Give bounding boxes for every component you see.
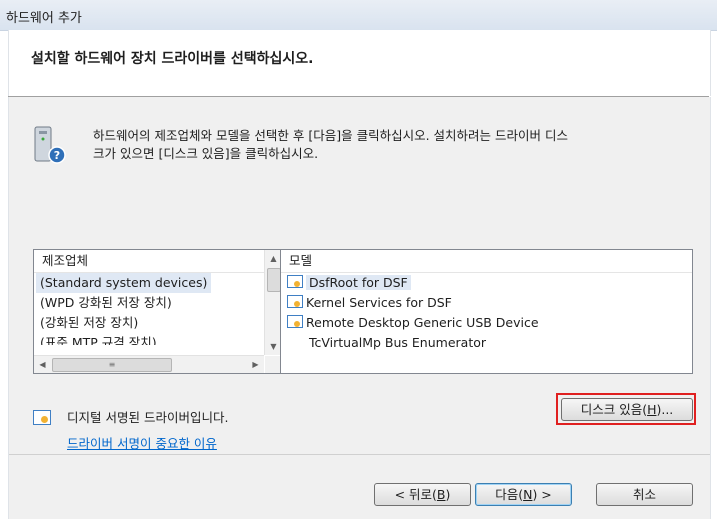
signed-driver-icon xyxy=(287,275,303,288)
manufacturer-list-header: 제조업체 xyxy=(34,250,282,273)
manufacturer-list[interactable]: 제조업체 (Standard system devices) (WPD 강화된 … xyxy=(33,249,283,374)
back-button[interactable]: < 뒤로(B) xyxy=(374,483,471,506)
back-label-end: ) xyxy=(445,487,451,502)
model-item-label: Remote Desktop Generic USB Device xyxy=(306,315,539,330)
model-item[interactable]: DsfRoot for DSF xyxy=(281,273,692,293)
next-button[interactable]: 다음(N) > xyxy=(475,483,572,506)
header-title: 설치할 하드웨어 장치 드라이버를 선택하십시오. xyxy=(31,51,314,67)
model-item-label: DsfRoot for DSF xyxy=(306,275,411,290)
instruction-line-2: 크가 있으면 [디스크 있음]을 클릭하십시오. xyxy=(93,146,319,161)
highlight-box xyxy=(556,393,696,425)
signature-info-link[interactable]: 드라이버 서명이 중요한 이유 xyxy=(67,433,217,452)
manufacturer-item[interactable]: (WPD 강화된 저장 장치) xyxy=(34,293,282,313)
model-item[interactable]: Kernel Services for DSF xyxy=(281,293,692,313)
wizard-header: 설치할 하드웨어 장치 드라이버를 선택하십시오. xyxy=(8,30,711,96)
next-label: 다음( xyxy=(495,487,524,502)
hardware-help-icon: ? xyxy=(34,126,66,164)
model-list[interactable]: 모델 DsfRoot for DSF Kernel Services for D… xyxy=(280,249,693,374)
instruction-text: 하드웨어의 제조업체와 모델을 선택한 후 [다음]을 클릭하십시오. 설치하려… xyxy=(93,127,693,163)
model-item[interactable]: TcVirtualMp Bus Enumerator xyxy=(281,333,692,353)
signature-status-text: 디지털 서명된 드라이버입니다. xyxy=(67,410,229,425)
title-bar: 하드웨어 추가 xyxy=(0,0,717,31)
window-title: 하드웨어 추가 xyxy=(6,11,82,26)
signed-driver-icon xyxy=(287,315,303,328)
svg-text:?: ? xyxy=(54,149,60,162)
model-item-label: TcVirtualMp Bus Enumerator xyxy=(309,335,487,350)
signed-driver-icon xyxy=(33,410,51,425)
manufacturer-horizontal-scrollbar[interactable]: ◀ ≡ ▶ xyxy=(34,355,264,373)
footer-divider xyxy=(9,454,710,455)
scroll-thumb[interactable] xyxy=(267,268,281,292)
model-list-header: 모델 xyxy=(281,250,692,273)
cancel-button[interactable]: 취소 xyxy=(596,483,693,506)
back-accel: B xyxy=(436,487,446,502)
model-item[interactable]: Remote Desktop Generic USB Device xyxy=(281,313,692,333)
scroll-left-icon[interactable]: ◀ xyxy=(34,356,51,373)
manufacturer-item[interactable]: (강화된 저장 장치) xyxy=(34,313,282,333)
model-item-label: Kernel Services for DSF xyxy=(306,295,452,310)
back-label: < 뒤로( xyxy=(394,487,437,502)
scroll-right-icon[interactable]: ▶ xyxy=(247,356,264,373)
wizard-body: ? 하드웨어의 제조업체와 모델을 선택한 후 [다음]을 클릭하십시오. 설치… xyxy=(8,97,711,519)
next-label-end: ) > xyxy=(532,487,552,502)
instruction-line-1: 하드웨어의 제조업체와 모델을 선택한 후 [다음]을 클릭하십시오. 설치하려… xyxy=(93,128,568,143)
signed-driver-icon xyxy=(287,295,303,308)
horizontal-scroll-thumb[interactable]: ≡ xyxy=(52,358,172,372)
manufacturer-item[interactable]: (표준 MTP 규격 장치) xyxy=(34,333,282,345)
manufacturer-item[interactable]: (Standard system devices) xyxy=(36,273,212,293)
